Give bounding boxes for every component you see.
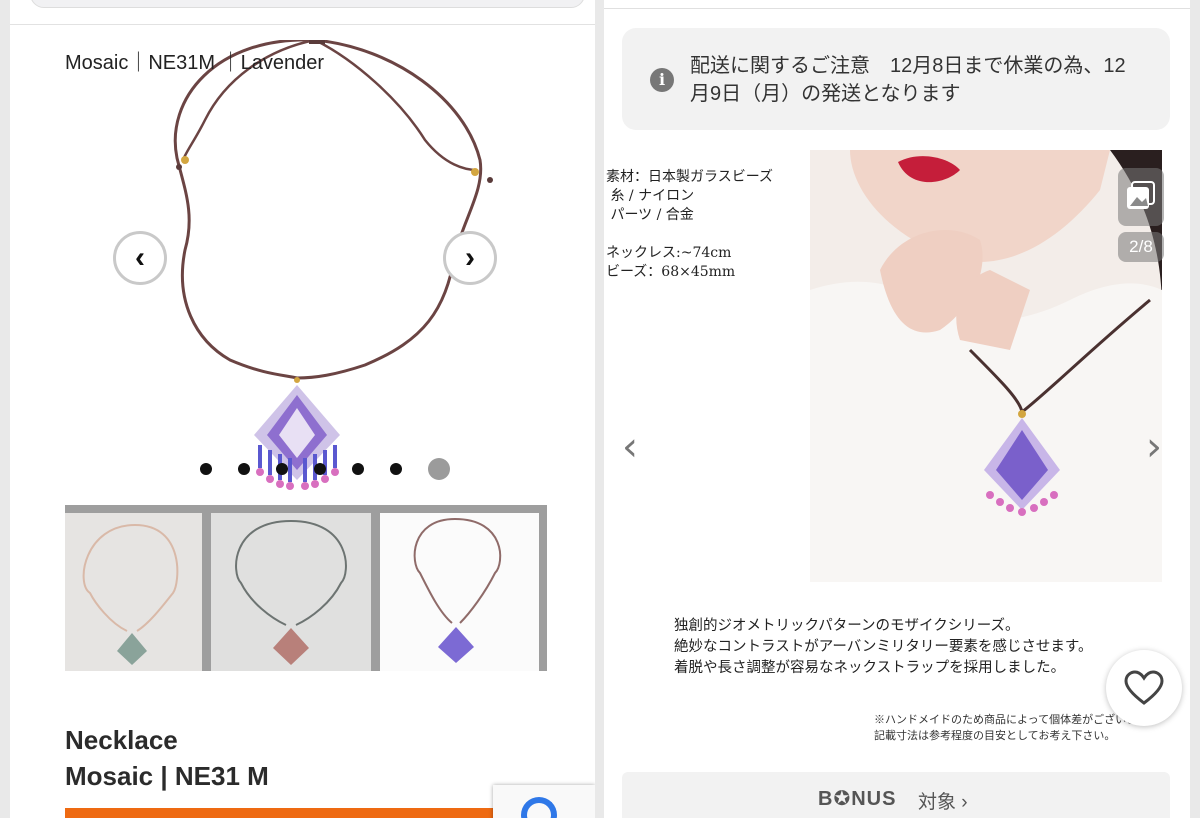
info-icon: i (650, 68, 674, 92)
carousel-indicator (200, 458, 450, 480)
chevron-right-icon[interactable]: › (1146, 424, 1162, 470)
breadcrumb: Mosaic｜NE31M ｜Lavender (65, 52, 324, 74)
shipping-notice-text: 配送に関するご注意 12月8日まで休業の為、12月9日（月）の発送となります (690, 55, 1126, 105)
shipping-notice: i 配送に関するご注意 12月8日まで休業の為、12月9日（月）の発送となります (622, 28, 1170, 130)
recaptcha-icon (521, 797, 557, 818)
carousel-dot[interactable] (238, 463, 250, 475)
image-gallery-badge[interactable]: 2/8 (1118, 168, 1164, 264)
necklace-thumbnail-image (413, 518, 502, 663)
product-name: Mosaic | NE31 M (65, 761, 269, 791)
product-title: Necklace Mosaic | NE31 M (65, 722, 269, 794)
bonus-logo: B✪NUS (818, 788, 897, 810)
screenshot-root: Mosaic｜NE31M ｜Lavender ‹ › Necklace Mosa… (0, 0, 1200, 818)
address-bar[interactable] (30, 0, 585, 8)
gallery-counter: 2/8 (1118, 232, 1164, 262)
divider (604, 8, 1190, 9)
carousel-dot[interactable] (276, 463, 288, 475)
handmade-footnote: ※ハンドメイドのため商品によって個体差がございます。 記載寸法は参考程度の目安と… (874, 713, 1159, 742)
carousel-dot-active[interactable] (428, 458, 450, 480)
gallery-icon (1118, 168, 1164, 226)
right-product-page: i 配送に関するご注意 12月8日まで休業の為、12月9日（月）の発送となります… (604, 0, 1190, 818)
chevron-left-icon[interactable]: ‹ (622, 424, 638, 470)
variant-thumbnail[interactable] (65, 513, 202, 671)
chevron-right-icon: › (465, 241, 475, 274)
previous-image-button[interactable]: ‹ (113, 231, 167, 285)
accent-bar (65, 808, 505, 818)
color-variant-thumbnails (65, 505, 547, 671)
heart-icon (1124, 670, 1164, 705)
favorite-button[interactable] (1106, 650, 1182, 726)
necklace-thumbnail-image (235, 520, 347, 665)
carousel-dot[interactable] (352, 463, 364, 475)
images-stack-icon (1127, 181, 1155, 209)
model-wearing-necklace-image (810, 150, 1162, 582)
left-product-page: Mosaic｜NE31M ｜Lavender ‹ › Necklace Mosa… (10, 0, 595, 818)
product-description: 独創的ジオメトリックパターンのモザイクシリーズ。 絶妙なコントラストがアーバンミ… (674, 618, 1093, 676)
next-image-button[interactable]: › (443, 231, 497, 285)
carousel-dot[interactable] (390, 463, 402, 475)
chevron-left-icon: ‹ (135, 241, 145, 274)
divider (10, 24, 595, 25)
model-photo[interactable] (810, 150, 1162, 582)
variant-thumbnail[interactable] (211, 513, 371, 671)
recaptcha-badge[interactable] (493, 785, 595, 818)
carousel-dot[interactable] (200, 463, 212, 475)
bonus-target-link: 対象 › (918, 792, 968, 813)
bonus-banner[interactable]: B✪NUS 対象 › (622, 772, 1170, 818)
carousel-dot[interactable] (314, 463, 326, 475)
product-specs: 素材：日本製ガラスビーズ 糸 / ナイロン パーツ / 合金 ネックレス:~74… (606, 169, 774, 280)
variant-thumbnail-selected[interactable] (380, 513, 539, 671)
necklace-thumbnail-image (82, 524, 179, 665)
product-category: Necklace (65, 725, 178, 755)
